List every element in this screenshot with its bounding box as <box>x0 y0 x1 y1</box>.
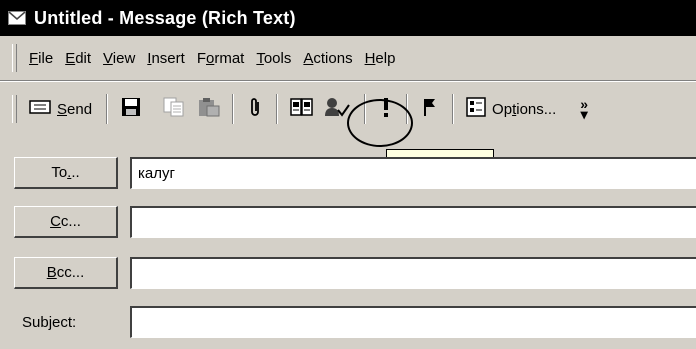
send-icon <box>29 100 51 118</box>
menu-actions[interactable]: Actions <box>297 50 358 67</box>
bcc-button[interactable]: Bcc... <box>14 257 118 289</box>
menu-view[interactable]: View <box>97 50 141 67</box>
address-book-button[interactable] <box>286 92 318 126</box>
toolbar-separator <box>232 94 235 124</box>
options-button[interactable]: Options... <box>462 92 560 126</box>
save-icon <box>121 97 141 121</box>
toolbar-separator <box>106 94 109 124</box>
menu-bar: File Edit View Insert Format Tools Actio… <box>0 38 696 78</box>
menu-help[interactable]: Help <box>359 50 402 67</box>
to-field[interactable]: калуг <box>130 157 696 189</box>
paste-button <box>194 92 224 126</box>
save-button[interactable] <box>116 92 146 126</box>
menu-insert[interactable]: Insert <box>141 50 191 67</box>
attach-button[interactable] <box>242 92 268 126</box>
bcc-field[interactable] <box>130 257 696 289</box>
check-names-button[interactable] <box>318 92 356 126</box>
menu-format[interactable]: Format <box>191 50 251 67</box>
toolbar-separator <box>406 94 409 124</box>
menu-tools[interactable]: Tools <box>250 50 297 67</box>
menu-file[interactable]: File <box>23 50 59 67</box>
title-bar: Untitled - Message (Rich Text) <box>0 0 696 36</box>
copy-icon <box>163 97 185 121</box>
envelope-icon <box>8 11 26 25</box>
flag-icon <box>422 97 438 121</box>
copy-button <box>154 92 194 126</box>
attach-icon <box>249 96 261 122</box>
options-icon <box>466 97 486 121</box>
flag-button[interactable] <box>416 92 444 126</box>
cc-field[interactable] <box>130 206 696 238</box>
menu-edit[interactable]: Edit <box>59 50 97 67</box>
standard-toolbar: Send Options... » ▾ <box>0 84 696 134</box>
importance-icon <box>382 96 390 122</box>
more-buttons-icon[interactable]: » ▾ <box>580 97 588 121</box>
toolbar-separator <box>452 94 455 124</box>
toolbar-grip <box>12 95 17 123</box>
paste-icon <box>198 97 220 121</box>
subject-label: Subject: <box>22 314 77 331</box>
toolbar-separator <box>276 94 279 124</box>
send-button[interactable]: Send <box>23 92 98 126</box>
menu-toolbar-divider <box>0 80 696 82</box>
check-names-icon <box>323 96 351 122</box>
address-book-icon <box>290 97 314 121</box>
window-title: Untitled - Message (Rich Text) <box>34 7 296 28</box>
to-button[interactable]: To... <box>14 157 118 189</box>
toolbar-separator <box>364 94 367 124</box>
importance-high-button[interactable] <box>374 92 398 126</box>
subject-field[interactable] <box>130 306 696 338</box>
cc-button[interactable]: Cc... <box>14 206 118 238</box>
menu-grip <box>12 44 17 72</box>
